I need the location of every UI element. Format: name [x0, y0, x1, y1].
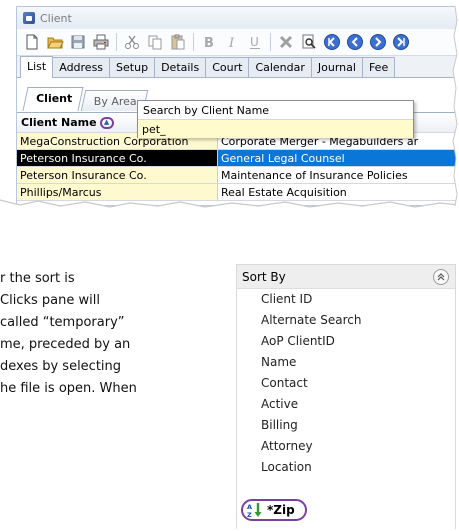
search-input[interactable]	[138, 120, 413, 138]
toolbar: B I U	[17, 29, 459, 56]
subtab-by-area-label: By Area	[93, 95, 137, 108]
tab-list[interactable]: List	[20, 56, 54, 78]
sort-by-title: Sort By	[242, 269, 286, 284]
bold-icon[interactable]: B	[199, 32, 219, 52]
paragraph-line: Clicks pane will	[0, 293, 100, 308]
italic-icon[interactable]: I	[222, 32, 242, 52]
tab-court[interactable]: Court	[205, 57, 250, 77]
paragraph-line: r the sort is	[0, 271, 75, 286]
print-icon[interactable]	[91, 32, 111, 52]
sort-option-attorney[interactable]: Attorney	[237, 436, 455, 457]
subtab-client-label: Client	[36, 92, 73, 105]
sort-option-zip-label: *Zip	[267, 503, 295, 517]
paragraph-line: me, preceded by an	[0, 337, 131, 352]
sort-option-alternate-search[interactable]: Alternate Search	[237, 310, 455, 331]
previous-record-icon[interactable]	[345, 32, 365, 52]
svg-text:U: U	[250, 35, 259, 49]
paragraph-line: called “temporary”	[0, 315, 125, 330]
work-description-cell: Maintenance of Insurance Policies	[218, 167, 459, 183]
delete-icon[interactable]	[276, 32, 296, 52]
help-paragraph: r the sort is Clicks pane will called “t…	[0, 268, 228, 400]
tab-setup[interactable]: Setup	[109, 57, 156, 77]
paragraph-line: he file is open. When	[0, 381, 137, 396]
tab-journal[interactable]: Journal	[310, 57, 363, 77]
svg-text:A: A	[247, 503, 252, 511]
work-description-cell: General Legal Counsel	[218, 150, 459, 166]
column-header-client-name-label: Client Name	[21, 116, 97, 129]
svg-text:Z: Z	[247, 511, 252, 518]
svg-text:B: B	[204, 36, 214, 51]
sort-sub-tabs: Client By Area	[22, 86, 149, 111]
client-window: Client B I U List Address Setup Details …	[16, 6, 459, 206]
chevron-double-up-icon	[437, 272, 445, 280]
sort-option-zip-active[interactable]: A Z *Zip	[241, 499, 307, 521]
sort-option-active[interactable]: Active	[237, 394, 455, 415]
subtab-client[interactable]: Client	[22, 87, 84, 111]
table-row[interactable]: Phillips/Marcus Real Estate Acquisition	[17, 184, 459, 201]
sort-ascending-icon: ▲	[99, 116, 114, 129]
toolbar-separator	[116, 33, 117, 51]
sort-option-location[interactable]: Location	[237, 457, 455, 478]
sort-option-name[interactable]: Name	[237, 352, 455, 373]
client-name-cell: Peterson Insurance Co.	[17, 167, 218, 183]
client-name-cell: Phillips/Marcus	[17, 184, 218, 200]
collapse-button[interactable]	[433, 268, 449, 285]
open-folder-icon[interactable]	[45, 32, 65, 52]
toolbar-separator	[193, 33, 194, 51]
cut-icon[interactable]	[122, 32, 142, 52]
tab-calendar[interactable]: Calendar	[248, 57, 312, 77]
client-name-cell: Peterson Insurance Co.	[17, 150, 218, 166]
tab-address[interactable]: Address	[52, 57, 111, 77]
new-document-icon[interactable]	[22, 32, 42, 52]
last-record-icon[interactable]	[391, 32, 411, 52]
sort-option-client-id[interactable]: Client ID	[237, 289, 455, 310]
sort-by-panel: Sort By Client ID Alternate Search AoP C…	[236, 264, 456, 529]
first-record-icon[interactable]	[322, 32, 342, 52]
work-description-cell: Real Estate Acquisition	[218, 184, 459, 200]
toolbar-separator	[270, 33, 271, 51]
window-title: Client	[40, 11, 72, 25]
sort-option-aop-clientid[interactable]: AoP ClientID	[237, 331, 455, 352]
underline-icon[interactable]: U	[245, 32, 265, 52]
copy-icon[interactable]	[145, 32, 165, 52]
next-record-icon[interactable]	[368, 32, 388, 52]
sort-by-header[interactable]: Sort By	[237, 265, 455, 289]
sort-az-icon: A Z	[247, 503, 262, 518]
search-popup-label: Search by Client Name	[138, 101, 413, 120]
app-icon	[23, 12, 35, 24]
sort-option-billing[interactable]: Billing	[237, 415, 455, 436]
paragraph-line: dexes by selecting	[0, 359, 122, 374]
svg-text:I: I	[228, 36, 235, 51]
table-row[interactable]: Peterson Insurance Co. Maintenance of In…	[17, 167, 459, 184]
table-row-selected[interactable]: Peterson Insurance Co. General Legal Cou…	[17, 150, 459, 167]
sort-option-contact[interactable]: Contact	[237, 373, 455, 394]
tab-fee[interactable]: Fee	[361, 57, 396, 77]
search-popup: Search by Client Name	[137, 100, 414, 138]
paste-icon[interactable]	[168, 32, 188, 52]
main-tab-strip: List Address Setup Details Court Calenda…	[17, 56, 459, 78]
tab-details[interactable]: Details	[154, 57, 207, 77]
window-titlebar[interactable]: Client	[17, 7, 459, 29]
find-icon[interactable]	[299, 32, 319, 52]
save-icon[interactable]	[68, 32, 88, 52]
